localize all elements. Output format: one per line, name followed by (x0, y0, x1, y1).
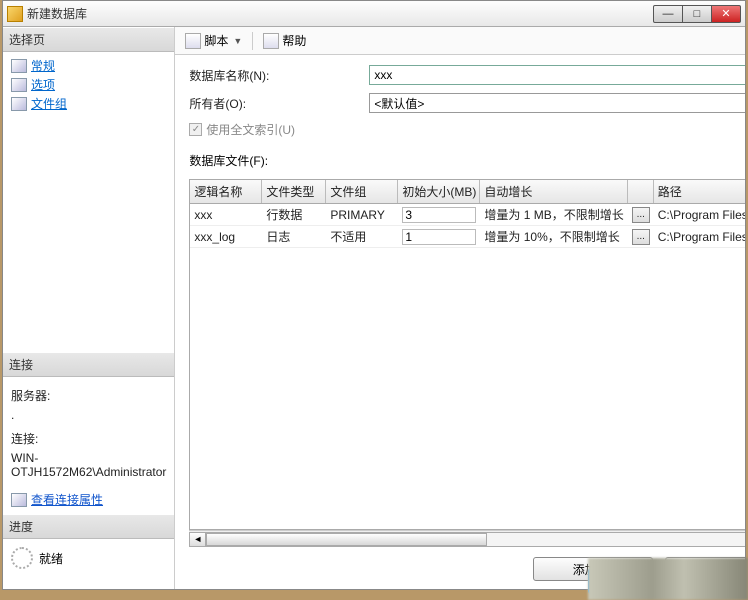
select-page-list: 常规 选项 文件组 (3, 52, 174, 352)
titlebar[interactable]: 新建数据库 — □ ✕ (3, 1, 745, 27)
page-options[interactable]: 选项 (7, 75, 170, 94)
col-file-type[interactable]: 文件类型 (262, 180, 326, 203)
obscured-area (588, 558, 748, 600)
scroll-track[interactable] (206, 532, 745, 547)
progress-header: 进度 (3, 514, 174, 539)
maximize-button[interactable]: □ (682, 5, 712, 23)
server-label: 服务器: (7, 385, 170, 406)
properties-icon (11, 493, 27, 507)
spinner-icon (11, 547, 33, 569)
scroll-thumb[interactable] (206, 533, 487, 546)
col-logical-name[interactable]: 逻辑名称 (190, 180, 262, 203)
conn-label: 连接: (7, 428, 170, 449)
col-initial-size[interactable]: 初始大小(MB) (398, 180, 480, 203)
files-label: 数据库文件(F): (189, 152, 745, 169)
close-button[interactable]: ✕ (711, 5, 741, 23)
page-icon (11, 97, 27, 111)
form-area: 数据库名称(N): 所有者(O): ... ✓ 使用全文索引(U) 数据库文件(… (175, 55, 745, 179)
fulltext-checkbox: ✓ (189, 123, 202, 136)
connection-body: 服务器: . 连接: WIN-OTJH1572M62\Administrator… (3, 377, 174, 514)
script-button[interactable]: 脚本▼ (181, 30, 246, 51)
col-blank (628, 180, 654, 203)
col-filegroup[interactable]: 文件组 (326, 180, 398, 203)
page-icon (11, 78, 27, 92)
help-icon (263, 33, 279, 49)
growth-browse-button[interactable]: ... (632, 229, 650, 245)
right-panel: 脚本▼ 帮助 数据库名称(N): 所有者(O): ... ✓ 使用全文索引(U) (175, 27, 745, 589)
size-cell[interactable] (402, 229, 476, 245)
scroll-left-button[interactable]: ◄ (189, 532, 206, 547)
page-filegroups[interactable]: 文件组 (7, 94, 170, 113)
script-icon (185, 33, 201, 49)
grid-header: 逻辑名称 文件类型 文件组 初始大小(MB) 自动增长 路径 (190, 180, 745, 204)
growth-browse-button[interactable]: ... (632, 207, 650, 223)
database-icon (7, 6, 23, 22)
col-path[interactable]: 路径 (654, 180, 745, 203)
dbname-label: 数据库名称(N): (189, 67, 369, 84)
grid-body: xxx 行数据 PRIMARY 增量为 1 MB，不限制增长 ... C:\Pr… (190, 204, 745, 529)
table-row[interactable]: xxx_log 日志 不适用 增量为 10%，不限制增长 ... C:\Prog… (190, 226, 745, 248)
table-row[interactable]: xxx 行数据 PRIMARY 增量为 1 MB，不限制增长 ... C:\Pr… (190, 204, 745, 226)
help-button[interactable]: 帮助 (259, 30, 310, 51)
minimize-button[interactable]: — (653, 5, 683, 23)
col-autogrowth[interactable]: 自动增长 (480, 180, 627, 203)
view-connection-props-link[interactable]: 查看连接属性 (31, 491, 103, 508)
page-general[interactable]: 常规 (7, 56, 170, 75)
chevron-down-icon: ▼ (233, 36, 242, 46)
dialog-window: 新建数据库 — □ ✕ 选择页 常规 选项 文件组 连接 服务器: . 连接: … (2, 0, 746, 590)
select-page-header: 选择页 (3, 27, 174, 52)
owner-input[interactable] (369, 93, 745, 113)
fulltext-label: 使用全文索引(U) (206, 121, 295, 138)
conn-value: WIN-OTJH1572M62\Administrator (7, 449, 170, 481)
page-icon (11, 59, 27, 73)
server-value: . (7, 406, 170, 424)
toolbar: 脚本▼ 帮助 (175, 27, 745, 55)
separator (252, 32, 253, 50)
horizontal-scrollbar[interactable]: ◄ ► (189, 530, 745, 547)
left-panel: 选择页 常规 选项 文件组 连接 服务器: . 连接: WIN-OTJH1572… (3, 27, 175, 589)
progress-status: 就绪 (39, 550, 63, 567)
connection-header: 连接 (3, 352, 174, 377)
size-cell[interactable] (402, 207, 476, 223)
dbname-input[interactable] (369, 65, 745, 85)
files-grid: 逻辑名称 文件类型 文件组 初始大小(MB) 自动增长 路径 xxx 行数据 P… (189, 179, 745, 530)
owner-label: 所有者(O): (189, 95, 369, 112)
progress-body: 就绪 (3, 539, 174, 589)
window-title: 新建数据库 (27, 5, 654, 22)
